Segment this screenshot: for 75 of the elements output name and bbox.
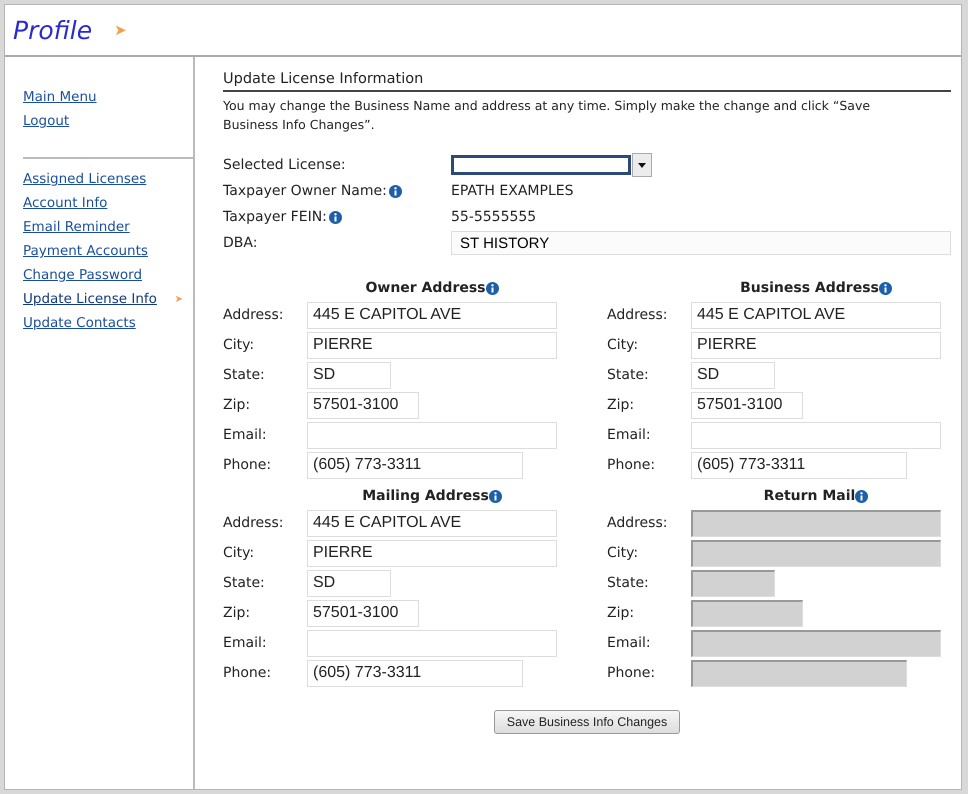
- input-field[interactable]: 57501-3100: [307, 600, 419, 626]
- input-field[interactable]: (605) 773-3311: [691, 452, 907, 478]
- section-title: Business Address: [740, 280, 879, 296]
- field-label: City:: [607, 337, 640, 353]
- section-title: Return Mail: [764, 488, 856, 504]
- arrow-icon: ➤: [114, 21, 127, 39]
- field-label: Address:: [607, 515, 668, 531]
- sidebar-link[interactable]: Email Reminder: [23, 219, 130, 235]
- field-label: Email:: [607, 635, 652, 651]
- input-field[interactable]: (605) 773-3311: [307, 452, 523, 478]
- field-label: Email:: [607, 427, 652, 443]
- input-field[interactable]: (605) 773-3311: [307, 660, 523, 686]
- field-label: City:: [223, 337, 256, 353]
- field-label: Address:: [607, 307, 668, 323]
- field-label: State:: [223, 367, 266, 383]
- arrow-icon: ➤: [174, 294, 183, 304]
- field-label: Phone:: [607, 457, 656, 473]
- input-field[interactable]: PIERRE: [691, 332, 941, 358]
- input-field[interactable]: PIERRE: [307, 332, 557, 358]
- field-label: State:: [607, 367, 650, 383]
- input-field[interactable]: 57501-3100: [691, 392, 803, 418]
- field-label: Taxpayer FEIN:: [223, 209, 327, 225]
- section-heading: Update License Information: [223, 71, 951, 92]
- section-title: Mailing Address: [362, 488, 489, 504]
- field-label: Email:: [223, 427, 268, 443]
- input-field[interactable]: [307, 422, 557, 448]
- field-label: DBA:: [223, 235, 258, 251]
- input-field[interactable]: [307, 630, 557, 656]
- input-field[interactable]: PIERRE: [307, 540, 557, 566]
- input-field[interactable]: 57501-3100: [307, 392, 419, 418]
- sidebar-link[interactable]: Account Info: [23, 195, 108, 211]
- info-icon[interactable]: [486, 282, 499, 294]
- sidebar-link[interactable]: Main Menu: [23, 89, 97, 105]
- input-field[interactable]: [691, 422, 941, 448]
- field-label: Zip:: [607, 605, 636, 621]
- info-icon[interactable]: [328, 210, 342, 224]
- field-label: Phone:: [607, 665, 656, 681]
- sidebar-link[interactable]: Payment Accounts: [23, 243, 148, 259]
- field-label: Phone:: [223, 457, 272, 473]
- section-title: Owner Address: [365, 280, 486, 296]
- input-field[interactable]: 445 E CAPITOL AVE: [307, 510, 557, 536]
- info-icon[interactable]: [855, 490, 868, 502]
- info-icon[interactable]: [878, 282, 892, 294]
- field-label: State:: [223, 575, 266, 591]
- field-label: Phone:: [223, 665, 272, 681]
- dba-field[interactable]: ST HISTORY: [451, 231, 951, 255]
- field-label: City:: [223, 545, 256, 561]
- field-label: Zip:: [223, 397, 252, 413]
- field-value: EPATH EXAMPLES: [451, 183, 574, 199]
- info-icon[interactable]: [488, 490, 502, 502]
- input-field[interactable]: 445 E CAPITOL AVE: [307, 302, 557, 328]
- field-value: 55-5555555: [451, 209, 536, 225]
- field-label: Email:: [223, 635, 268, 651]
- sidebar-link[interactable]: Update License Info: [23, 291, 157, 307]
- field-label: Taxpayer Owner Name:: [223, 183, 387, 199]
- input-field[interactable]: SD: [307, 570, 391, 596]
- save-button[interactable]: Save Business Info Changes: [494, 710, 680, 734]
- field-label: City:: [607, 545, 640, 561]
- sidebar-link[interactable]: Update Contacts: [23, 315, 136, 331]
- caret-icon[interactable]: [632, 153, 652, 177]
- field-label: State:: [607, 575, 650, 591]
- page-title: Profile: [13, 16, 92, 44]
- input-field[interactable]: SD: [691, 362, 775, 388]
- field-label: Address:: [223, 515, 284, 531]
- sidebar-link[interactable]: Logout: [23, 113, 70, 129]
- intro-text: You may change the Business Name and address at any time. Simply make the change and click “Save Business Info Changes”.: [223, 97, 872, 134]
- sidebar-link[interactable]: Change Password: [23, 267, 142, 283]
- input-field[interactable]: 445 E CAPITOL AVE: [691, 302, 941, 328]
- field-label: Zip:: [223, 605, 252, 621]
- field-label: Address:: [223, 307, 284, 323]
- field-label: Zip:: [607, 397, 636, 413]
- sidebar-link[interactable]: Assigned Licenses: [23, 171, 146, 187]
- info-icon[interactable]: [388, 184, 402, 198]
- input-field[interactable]: SD: [307, 362, 391, 388]
- field-label: Selected License:: [223, 157, 347, 173]
